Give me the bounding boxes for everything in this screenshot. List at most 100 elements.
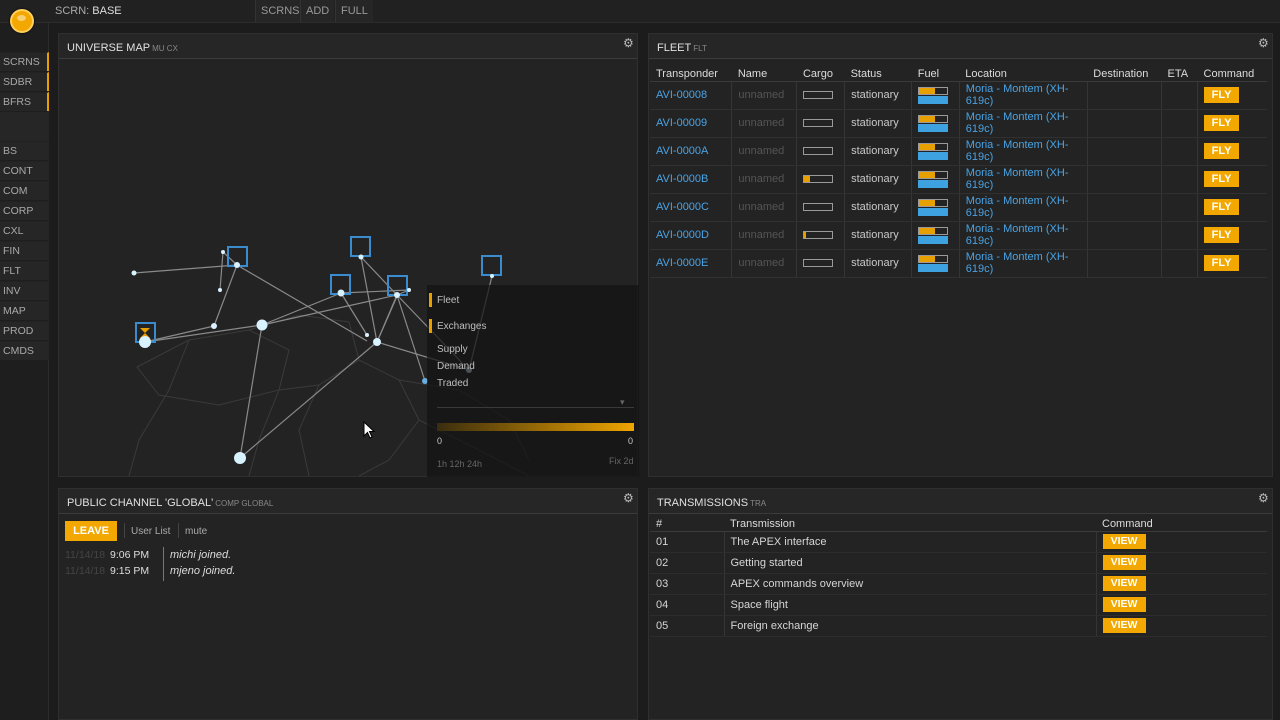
map-node[interactable] <box>211 323 217 329</box>
col-name[interactable]: Name <box>731 67 797 82</box>
cargo-bar[interactable] <box>803 203 834 211</box>
map-node[interactable] <box>234 262 240 268</box>
cargo-bar[interactable] <box>803 147 834 155</box>
transponder-link[interactable]: AVI-0000B <box>650 165 733 194</box>
fuel-gauge[interactable] <box>918 170 949 188</box>
location-link[interactable]: Moria - Montem (XH-619c) <box>959 109 1088 138</box>
nav-sdbr[interactable]: SDBR <box>0 72 49 91</box>
transmission-row[interactable]: 01 The APEX interface VIEW <box>650 531 1267 553</box>
nav-flt[interactable]: FLT <box>0 261 49 280</box>
fly-button[interactable]: FLY <box>1204 171 1240 187</box>
fuel-gauge[interactable] <box>918 114 949 132</box>
transmission-row[interactable]: 02 Getting started VIEW <box>650 552 1267 574</box>
location-link[interactable]: Moria - Montem (XH-619c) <box>959 249 1088 278</box>
map-node[interactable] <box>139 336 151 348</box>
location-link[interactable]: Moria - Montem (XH-619c) <box>959 165 1088 194</box>
col-tra-command[interactable]: Command <box>1096 517 1267 532</box>
col-cargo[interactable]: Cargo <box>796 67 845 82</box>
fleet-row[interactable]: AVI-0000B unnamed stationary Moria - Montem… <box>650 165 1267 194</box>
col-location[interactable]: Location <box>959 67 1088 82</box>
chevron-down-icon[interactable]: ▾ <box>620 397 625 408</box>
transmission-row[interactable]: 03 APEX commands overview VIEW <box>650 573 1267 595</box>
transponder-link[interactable]: AVI-00008 <box>650 81 733 110</box>
transponder-link[interactable]: AVI-0000E <box>650 249 733 278</box>
nav-prod[interactable]: PROD <box>0 321 49 340</box>
cargo-bar[interactable] <box>803 259 834 267</box>
view-button[interactable]: VIEW <box>1102 555 1146 570</box>
map-node[interactable] <box>218 288 222 292</box>
col-eta[interactable]: ETA <box>1161 67 1198 82</box>
location-link[interactable]: Moria - Montem (XH-619c) <box>959 221 1088 250</box>
map-node[interactable] <box>373 338 381 346</box>
map-node[interactable] <box>365 333 369 337</box>
nav-corp[interactable]: CORP <box>0 201 49 220</box>
fleet-row[interactable]: AVI-0000E unnamed stationary Moria - Montem… <box>650 249 1267 278</box>
cargo-bar[interactable] <box>803 119 834 127</box>
fleet-row[interactable]: AVI-0000C unnamed stationary Moria - Montem… <box>650 193 1267 222</box>
map-node[interactable] <box>234 452 246 464</box>
transponder-link[interactable]: AVI-0000C <box>650 193 733 222</box>
cargo-bar[interactable] <box>803 231 834 239</box>
view-button[interactable]: VIEW <box>1102 618 1146 633</box>
legend-supply[interactable]: Supply <box>437 344 468 355</box>
cargo-bar[interactable] <box>803 91 834 99</box>
nav-cont[interactable]: CONT <box>0 161 49 180</box>
full-button[interactable]: FULL <box>335 0 373 22</box>
mute-link[interactable]: mute <box>185 526 207 537</box>
col-number[interactable]: # <box>650 517 724 532</box>
tra-gear-icon[interactable]: ⚙ <box>1258 492 1269 504</box>
cargo-bar[interactable] <box>803 175 834 183</box>
nav-inv[interactable]: INV <box>0 281 49 300</box>
transponder-link[interactable]: AVI-0000D <box>650 221 733 250</box>
nav-bfrs[interactable]: BFRS <box>0 92 49 111</box>
map-node[interactable] <box>221 250 225 254</box>
transmission-row[interactable]: 04 Space flight VIEW <box>650 594 1267 616</box>
nav-cmds[interactable]: CMDS <box>0 341 49 360</box>
fly-button[interactable]: FLY <box>1204 199 1240 215</box>
col-destination[interactable]: Destination <box>1087 67 1162 82</box>
chat-gear-icon[interactable]: ⚙ <box>623 492 634 504</box>
legend-exchanges[interactable]: Exchanges <box>437 321 486 332</box>
location-link[interactable]: Moria - Montem (XH-619c) <box>959 81 1088 110</box>
fly-button[interactable]: FLY <box>1204 227 1240 243</box>
map-node[interactable] <box>256 319 268 331</box>
fuel-gauge[interactable] <box>918 86 949 104</box>
fleet-row[interactable]: AVI-0000D unnamed stationary Moria - Montem… <box>650 221 1267 250</box>
transponder-link[interactable]: AVI-0000A <box>650 137 733 166</box>
col-transponder[interactable]: Transponder <box>650 67 732 82</box>
fleet-row[interactable]: AVI-0000A unnamed stationary Moria - Montem… <box>650 137 1267 166</box>
fly-button[interactable]: FLY <box>1204 115 1240 131</box>
view-button[interactable]: VIEW <box>1102 534 1146 549</box>
legend-fleet[interactable]: Fleet <box>437 295 459 306</box>
map-node[interactable] <box>490 274 494 278</box>
map-node[interactable] <box>394 292 400 298</box>
legend-demand[interactable]: Demand <box>437 361 475 372</box>
fuel-gauge[interactable] <box>918 198 949 216</box>
fuel-gauge[interactable] <box>918 226 949 244</box>
nav-scrns[interactable]: SCRNS <box>0 52 49 71</box>
fuel-gauge[interactable] <box>918 142 949 160</box>
legend-traded[interactable]: Traded <box>437 378 468 389</box>
location-link[interactable]: Moria - Montem (XH-619c) <box>959 137 1088 166</box>
map-node[interactable] <box>407 288 411 292</box>
station-square[interactable] <box>350 236 371 257</box>
map-gear-icon[interactable]: ⚙ <box>623 37 634 49</box>
col-fuel[interactable]: Fuel <box>911 67 960 82</box>
col-transmission[interactable]: Transmission <box>724 517 1096 532</box>
legend-select-line[interactable] <box>437 407 634 408</box>
fleet-gear-icon[interactable]: ⚙ <box>1258 37 1269 49</box>
col-status[interactable]: Status <box>844 67 912 82</box>
user-list-link[interactable]: User List <box>131 526 170 537</box>
transmission-row[interactable]: 05 Foreign exchange VIEW <box>650 615 1267 637</box>
fuel-gauge[interactable] <box>918 254 949 272</box>
fleet-row[interactable]: AVI-00008 unnamed stationary Moria - Montem… <box>650 81 1267 110</box>
leave-button[interactable]: LEAVE <box>65 521 117 541</box>
nav-bs[interactable]: BS <box>0 141 49 160</box>
map-node[interactable] <box>131 270 137 276</box>
station-square[interactable] <box>481 255 502 276</box>
view-button[interactable]: VIEW <box>1102 576 1146 591</box>
nav-com[interactable]: COM <box>0 181 49 200</box>
nav-cxl[interactable]: CXL <box>0 221 49 240</box>
view-button[interactable]: VIEW <box>1102 597 1146 612</box>
map-node[interactable] <box>337 289 345 297</box>
